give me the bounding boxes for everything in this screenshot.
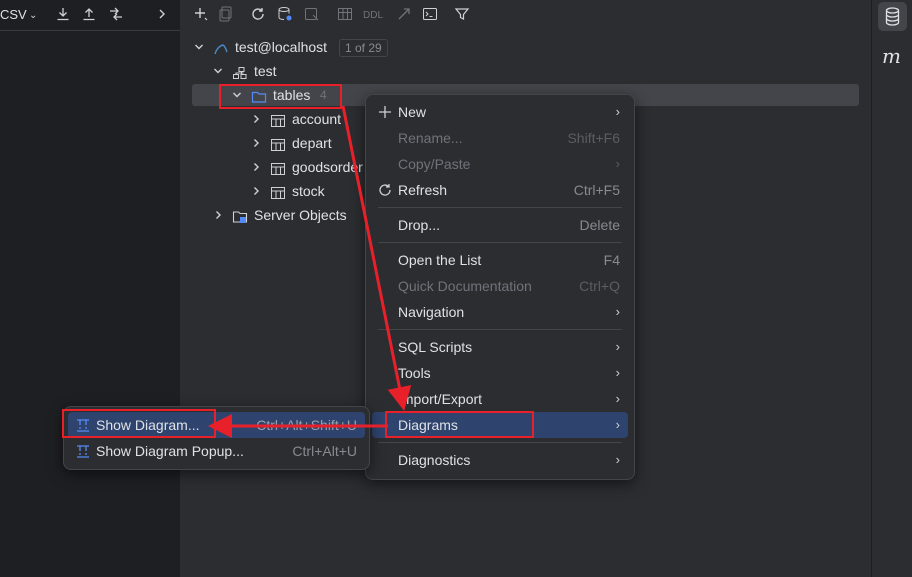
menu-item-rename[interactable]: Rename... Shift+F6 (372, 125, 628, 151)
chevron-right-icon: › (615, 104, 620, 119)
chevron-right-icon: › (615, 304, 620, 319)
filter-icon[interactable] (454, 6, 470, 25)
chevron-down-icon[interactable]: ⌄ (29, 8, 37, 24)
menu-item-copy-paste[interactable]: Copy/Paste › (372, 151, 628, 177)
table-icon (270, 160, 286, 182)
copy-icon[interactable] (219, 6, 233, 25)
annotation-box-diagrams (385, 411, 534, 438)
connection-label: test@localhost (235, 39, 328, 55)
menu-item-open-list[interactable]: Open the List F4 (372, 247, 628, 273)
menu-separator (378, 242, 622, 243)
chevron-right-icon: › (615, 452, 620, 467)
server-objects-icon (232, 208, 248, 230)
menu-item-navigation[interactable]: Navigation › (372, 299, 628, 325)
explorer-toolbar: DDL (181, 0, 871, 30)
refresh-icon[interactable] (250, 6, 266, 25)
left-panel: CSV ⌄ (0, 0, 181, 577)
chevron-right-icon[interactable] (212, 204, 224, 234)
table-label: account (292, 111, 342, 127)
console-icon[interactable] (422, 6, 438, 25)
menu-item-sql-scripts[interactable]: SQL Scripts › (372, 334, 628, 360)
schema-icon (232, 64, 248, 86)
table-icon (270, 184, 286, 206)
menu-item-show-diagram-popup[interactable]: Show Diagram Popup... Ctrl+Alt+U (68, 438, 365, 464)
chevron-down-icon[interactable] (193, 36, 205, 66)
table-label: depart (292, 135, 332, 151)
chevron-right-icon: › (615, 391, 620, 406)
menu-separator (378, 207, 622, 208)
table-icon (270, 112, 286, 134)
add-icon[interactable] (193, 6, 209, 25)
annotation-box-tables (219, 84, 342, 109)
download-icon[interactable] (56, 7, 70, 24)
menu-item-diagnostics[interactable]: Diagnostics › (372, 447, 628, 473)
jump-to-console-icon[interactable] (304, 6, 320, 25)
ddl-button[interactable]: DDL (363, 8, 383, 24)
menu-separator (378, 329, 622, 330)
connection-badge: 1 of 29 (339, 39, 388, 57)
table-icon (270, 136, 286, 158)
menu-separator (378, 442, 622, 443)
menu-item-tools[interactable]: Tools › (372, 360, 628, 386)
menu-item-new[interactable]: New › (372, 99, 628, 125)
maven-tool-button[interactable]: m (882, 44, 901, 68)
refresh-icon (378, 177, 392, 211)
server-objects-label: Server Objects (254, 207, 347, 223)
right-toolbar: m (871, 0, 912, 577)
chevron-right-icon: › (615, 417, 620, 432)
table-label: stock (292, 183, 325, 199)
table-editor-icon[interactable] (337, 6, 353, 25)
compare-icon[interactable] (108, 7, 124, 24)
chevron-right-icon[interactable] (157, 7, 167, 24)
mysql-icon (213, 40, 229, 62)
upload-icon[interactable] (82, 7, 96, 24)
menu-item-refresh[interactable]: Refresh Ctrl+F5 (372, 177, 628, 203)
jump-to-editor-icon[interactable] (396, 6, 412, 25)
menu-item-import-export[interactable]: Import/Export › (372, 386, 628, 412)
chevron-right-icon: › (615, 156, 620, 171)
schema-label: test (254, 63, 277, 79)
database-tool-button[interactable] (878, 2, 907, 31)
database-icon (885, 7, 900, 26)
diagram-icon (76, 438, 90, 472)
left-toolbar: CSV ⌄ (0, 0, 180, 31)
annotation-box-show-diagram (62, 409, 216, 438)
chevron-right-icon: › (615, 365, 620, 380)
chevron-right-icon: › (615, 339, 620, 354)
data-source-properties-icon[interactable] (277, 6, 293, 25)
format-select[interactable]: CSV (0, 7, 27, 22)
menu-item-quick-documentation[interactable]: Quick Documentation Ctrl+Q (372, 273, 628, 299)
table-label: goodsorder (292, 159, 363, 175)
menu-item-drop[interactable]: Drop... Delete (372, 212, 628, 238)
